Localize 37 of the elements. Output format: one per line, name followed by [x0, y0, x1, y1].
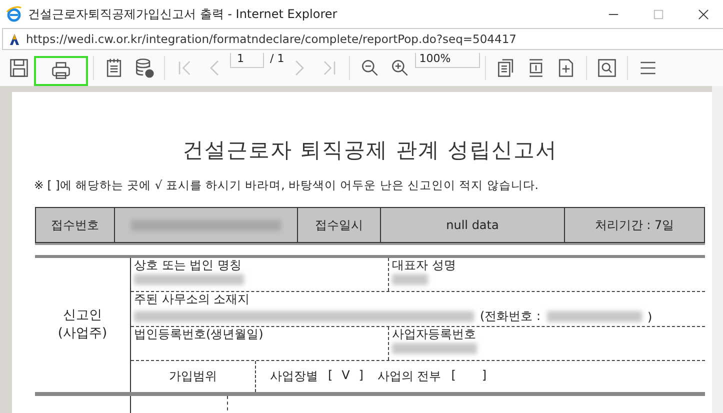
- scrollbar[interactable]: [712, 86, 723, 413]
- print-button[interactable]: [34, 56, 88, 86]
- table-cell: 접수번호: [36, 208, 115, 242]
- table-cell: 접수일시: [298, 208, 381, 242]
- phone-label: (전화번호 :: [480, 308, 541, 325]
- field-label: 법인등록번호(생년월일): [134, 327, 264, 341]
- zoom-field[interactable]: 100%: [415, 53, 480, 68]
- field-label: 주된 사무소의 소재지: [134, 292, 250, 306]
- notice-text: ※ [ ]에 해당하는 곳에 √ 표시를 하시기 바라며, 바탕색이 어두운 난은 신고인이 적지 않습니다.: [34, 178, 540, 193]
- field-label: 상호 또는 법인 명칭: [134, 258, 242, 272]
- prev-icon: [210, 60, 220, 76]
- site-logo-icon: [9, 32, 20, 46]
- address-bar[interactable]: https://wedi.cw.or.kr/integration/formatndeclare/complete/reportPop.do?seq=504417: [2, 28, 723, 50]
- page-total: / 1: [270, 53, 284, 65]
- window-title: 건설근로자퇴직공제가입신고서 출력 - Internet Explorer: [28, 6, 338, 22]
- find-icon: [596, 57, 618, 79]
- applicant-label: 신고인 (사업주): [58, 307, 108, 343]
- field-label: 가입범위: [131, 361, 256, 392]
- document-title: 건설근로자 퇴직공제 관계 성립신고서: [181, 137, 559, 164]
- checkbox[interactable]: [ ]: [451, 368, 487, 385]
- browser-logo-icon: [6, 6, 22, 22]
- phone-close: ): [648, 310, 652, 324]
- print-icon: [50, 60, 72, 82]
- address-url: https://wedi.cw.or.kr/integration/formatndeclare/complete/reportPop.do?seq=504417: [26, 32, 516, 46]
- next-icon: [294, 60, 304, 76]
- checkbox[interactable]: [ V ]: [328, 368, 364, 385]
- option-label: 사업장별: [270, 368, 318, 385]
- field-label: 사업자등록번호: [392, 327, 477, 341]
- save-icon: [8, 57, 30, 79]
- table-cell: null data: [381, 208, 565, 242]
- table-cell-text: 처리기간 : 7일: [594, 216, 676, 234]
- option-label: 사업의 전부: [377, 368, 442, 385]
- redacted-text: [392, 274, 428, 285]
- export-icon: [133, 57, 155, 79]
- page-field[interactable]: 1: [230, 53, 264, 68]
- close-icon[interactable]: [698, 8, 709, 20]
- field-label: 대표자 성명: [392, 258, 457, 272]
